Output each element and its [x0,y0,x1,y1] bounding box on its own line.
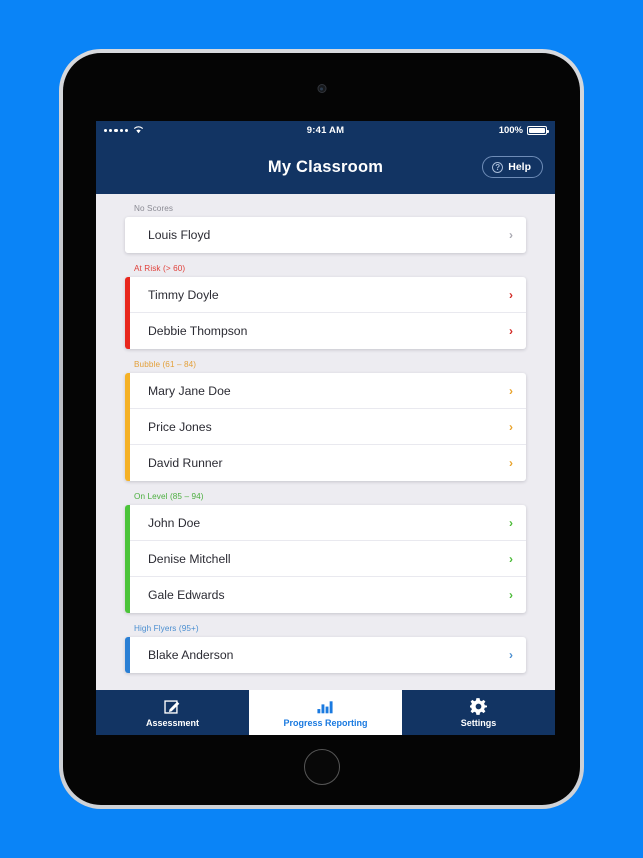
question-circle-icon: ? [492,161,504,173]
student-row[interactable]: John Doe › [130,505,526,541]
navigation-bar: My Classroom ? Help [96,140,555,194]
ipad-bezel: 9:41 AM 100% My Classroom ? Help No Scor… [63,53,580,805]
tab-settings[interactable]: Settings [402,690,555,735]
bar-chart-icon [317,697,334,715]
chevron-right-icon: › [509,456,513,470]
student-row[interactable]: Blake Anderson › [130,637,526,673]
student-group-section: On Level (85 – 94) John Doe › Denise Mitche… [125,492,526,613]
tab-label: Assessment [145,718,200,728]
section-label: On Level (85 – 94) [134,492,204,501]
student-row[interactable]: David Runner › [130,445,526,481]
student-row[interactable]: Debbie Thompson › [130,313,526,349]
home-button[interactable] [303,749,340,785]
tab-label: Progress Reporting [283,718,368,728]
battery-full-icon [527,126,549,135]
student-group-section: Bubble (61 – 84) Mary Jane Doe › Price Jone… [125,360,526,481]
student-group-section: No Scores Louis Floyd › [125,204,526,253]
student-name: David Runner [148,456,223,470]
student-name: Price Jones [148,419,212,434]
tab-label: Settings [460,718,497,728]
student-group-card: Louis Floyd › [125,217,526,253]
student-name: Denise Mitchell [148,551,231,566]
tab-progress-reporting[interactable]: Progress Reporting [249,690,402,735]
student-name: Blake Anderson [148,648,234,662]
student-group-section: At Risk (> 60) Timmy Doyle › Debbie Thompso… [125,264,526,349]
chevron-right-icon: › [509,588,513,602]
help-button[interactable]: ? Help [482,156,543,178]
student-name: Timmy Doyle [148,287,219,302]
student-row[interactable]: Gale Edwards › [130,577,526,613]
student-name: Louis Floyd [148,228,211,242]
student-name: Debbie Thompson [148,324,248,338]
chevron-right-icon: › [509,419,513,434]
student-row[interactable]: Louis Floyd › [130,217,526,253]
gear-icon [470,697,487,715]
front-camera-icon [317,84,326,93]
status-bar-time: 9:41 AM [306,125,345,136]
chevron-right-icon: › [509,515,513,530]
chevron-right-icon: › [509,383,513,398]
chevron-right-icon: › [509,551,513,566]
section-label: Bubble (61 – 84) [134,360,197,369]
app-screen: 9:41 AM 100% My Classroom ? Help No Scor… [96,121,555,735]
chevron-right-icon: › [509,648,513,662]
chevron-right-icon: › [509,287,513,302]
ipad-device-frame: 9:41 AM 100% My Classroom ? Help No Scor… [59,49,584,809]
section-label: At Risk (> 60) [134,264,186,273]
student-row[interactable]: Mary Jane Doe › [130,373,526,409]
chevron-right-icon: › [509,228,513,242]
status-bar: 9:41 AM 100% [96,121,555,140]
chevron-right-icon: › [509,324,513,338]
student-row[interactable]: Denise Mitchell › [130,541,526,577]
student-name: John Doe [148,515,201,530]
student-group-card: Blake Anderson › [125,637,526,673]
student-group-card: Mary Jane Doe › Price Jones › David Runner › [125,373,526,481]
student-name: Mary Jane Doe [148,383,231,398]
student-group-list[interactable]: No Scores Louis Floyd › At Risk (> 60) Timmy… [96,194,555,735]
student-row[interactable]: Timmy Doyle › [130,277,526,313]
student-group-card: Timmy Doyle › Debbie Thompson › [125,277,526,349]
student-group-card: John Doe › Denise Mitchell › Gale Edwards › [125,505,526,613]
student-row[interactable]: Price Jones › [130,409,526,445]
pencil-square-icon [164,697,181,715]
student-name: Gale Edwards [148,588,225,602]
student-group-section: High Flyers (95+) Blake Anderson › [125,624,526,673]
section-label: No Scores [134,204,174,213]
page-title: My Classroom [267,157,384,176]
tab-assessment[interactable]: Assessment [96,690,249,735]
help-button-label: Help [508,161,531,173]
tab-bar: Assessment Progress Reporting Settings [96,690,555,735]
section-label: High Flyers (95+) [134,624,199,633]
